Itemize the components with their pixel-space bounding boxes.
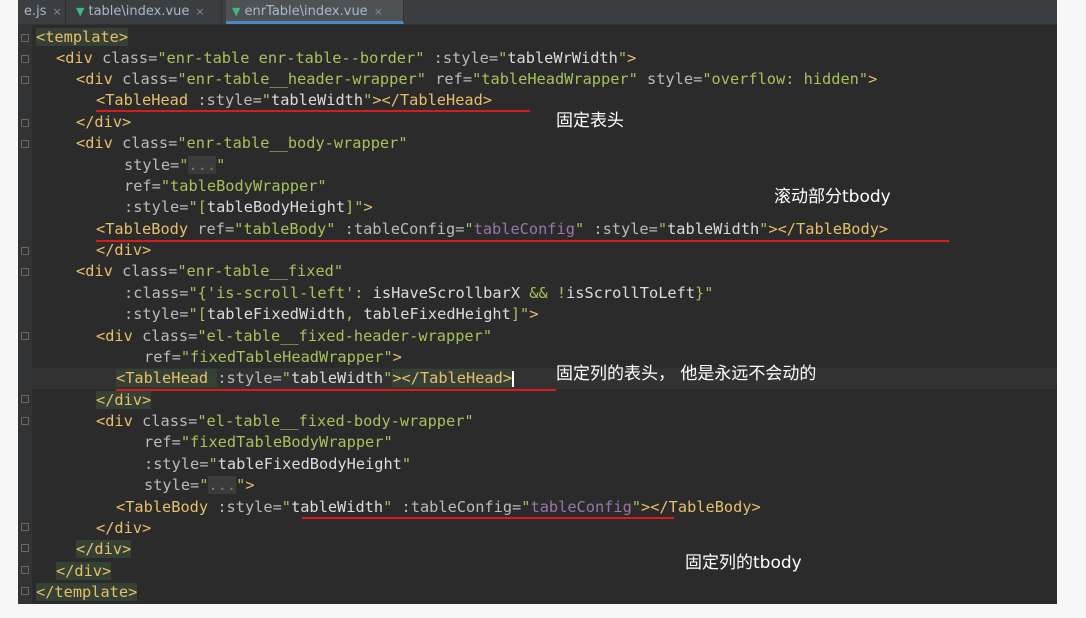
fold-icon[interactable]: [21, 332, 29, 340]
code-line[interactable]: :style="[tableBodyHeight]">: [124, 197, 373, 218]
annotation-underline: [96, 110, 530, 112]
code-line[interactable]: </template>: [36, 582, 138, 603]
code-line[interactable]: </div>: [76, 112, 131, 133]
fold-icon[interactable]: [21, 76, 29, 84]
editor-tab-bar: e.js × ▼ table\index.vue × ▼ enrTable\index.…: [18, 0, 1057, 25]
code-line[interactable]: </div>: [76, 539, 132, 560]
code-line[interactable]: <TableHead :style="tableWidth"></TableHe…: [96, 90, 492, 111]
fold-icon[interactable]: [21, 544, 29, 552]
code-line[interactable]: <div class="enr-table__fixed": [76, 261, 343, 282]
annotation-scroll-body: 滚动部分tbody: [774, 187, 891, 207]
code-line[interactable]: <div class="el-table__fixed-body-wrapper…: [96, 411, 474, 432]
fold-icon[interactable]: [21, 268, 29, 276]
code-line[interactable]: style="...": [124, 155, 225, 176]
fold-icon[interactable]: [21, 55, 29, 63]
code-line[interactable]: ref="fixedTableHeadWrapper">: [144, 347, 402, 368]
text-cursor: [512, 370, 515, 387]
code-line[interactable]: </div>: [96, 240, 151, 261]
close-icon[interactable]: ×: [53, 5, 62, 18]
close-icon[interactable]: ×: [374, 5, 383, 18]
code-line[interactable]: <TableBody ref="tableBody" :tableConfig=…: [96, 219, 888, 240]
annotation-fixed-column-header: 固定列的表头， 他是永远不会动的: [556, 364, 817, 384]
code-line[interactable]: :class="{'is-scroll-left': isHaveScrollb…: [124, 283, 713, 304]
annotation-underline: [302, 517, 674, 519]
tab-enrtable-index-vue[interactable]: ▼ enrTable\index.vue ×: [226, 0, 404, 24]
code-line[interactable]: ref="tableBodyWrapper": [124, 176, 327, 197]
code-line[interactable]: </div>: [96, 518, 151, 539]
fold-icon[interactable]: [21, 395, 29, 403]
fold-icon[interactable]: [21, 523, 29, 531]
tab-label: table\index.vue: [88, 4, 190, 19]
annotation-underline: [116, 389, 556, 391]
tab-label: enrTable\index.vue: [244, 4, 368, 19]
tab-table-index-vue[interactable]: ▼ table\index.vue ×: [70, 0, 222, 24]
annotation-underline: [96, 240, 949, 242]
fold-icon[interactable]: [21, 417, 29, 425]
code-line[interactable]: <div class="el-table__fixed-header-wrapp…: [96, 326, 492, 347]
code-line[interactable]: <div class="enr-table__header-wrapper" r…: [76, 69, 877, 90]
fold-icon[interactable]: [21, 119, 29, 127]
code-line[interactable]: <div class="enr-table__body-wrapper": [76, 133, 408, 154]
vue-file-icon: ▼: [232, 5, 241, 18]
fold-icon[interactable]: [21, 140, 29, 148]
fold-icon[interactable]: [21, 247, 29, 255]
code-line[interactable]: <template>: [36, 27, 129, 48]
code-line[interactable]: <TableBody :style="tableWidth" :tableCon…: [116, 497, 761, 518]
code-line[interactable]: :style="tableFixedBodyHeight": [144, 454, 411, 475]
code-line[interactable]: <div class="enr-table enr-table--border"…: [56, 48, 636, 69]
fold-icon[interactable]: [21, 566, 29, 574]
code-line[interactable]: ref="fixedTableBodyWrapper": [144, 432, 393, 453]
close-icon[interactable]: ×: [195, 5, 204, 18]
code-editor[interactable]: e.js × ▼ table\index.vue × ▼ enrTable\index.…: [18, 0, 1057, 604]
fold-icon[interactable]: [21, 587, 29, 595]
vue-file-icon: ▼: [76, 5, 85, 18]
code-line[interactable]: :style="[tableFixedWidth, tableFixedHeig…: [124, 304, 538, 325]
tab-label: e.js: [24, 4, 47, 19]
code-line[interactable]: </div>: [96, 390, 152, 411]
code-line[interactable]: </div>: [56, 561, 112, 582]
annotation-fixed-header: 固定表头: [556, 111, 624, 131]
code-line[interactable]: <TableHead :style="tableWidth"></TableHe…: [116, 368, 515, 389]
editor-gutter[interactable]: [18, 25, 32, 604]
code-line[interactable]: style="...">: [144, 475, 255, 496]
fold-icon[interactable]: [21, 34, 29, 42]
tab-js-file[interactable]: e.js ×: [18, 0, 66, 24]
annotation-fixed-column-body: 固定列的tbody: [685, 553, 802, 573]
